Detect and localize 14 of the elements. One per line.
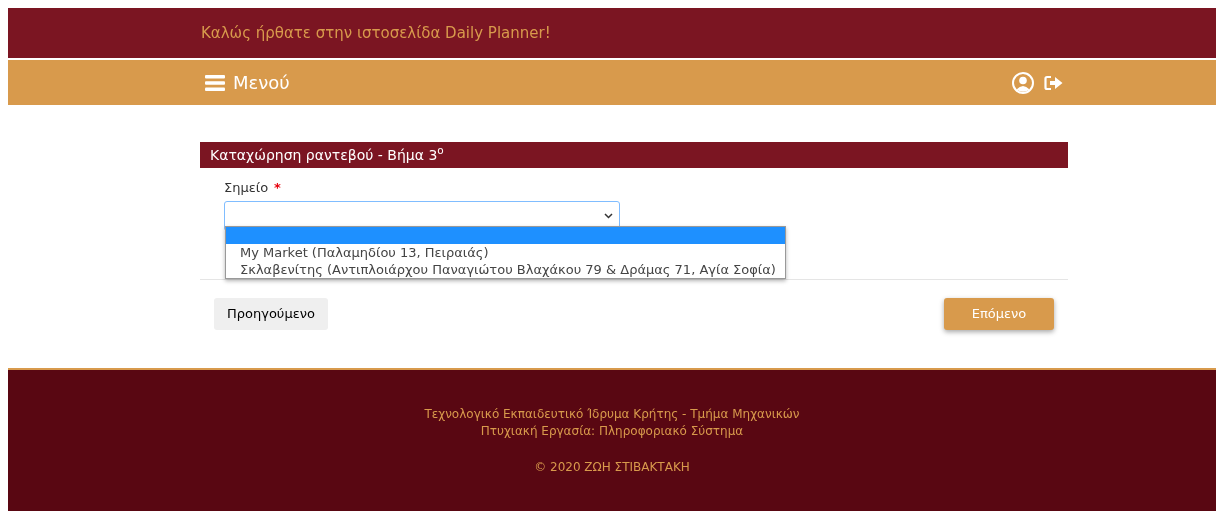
previous-button[interactable]: Προηγούμενο xyxy=(214,297,328,330)
footer-text: Τεχνολογικό Εκπαιδευτικό Ίδρυμα Κρήτης - Τμήμα Μηχανικών xyxy=(424,406,800,423)
dropdown-option[interactable]: Σκλαβενίτης (Αντιπλοιάρχου Παναγιώτου Βλαχάκου 79 & Δράμας 71, Αγία Σοφία) xyxy=(226,261,785,278)
user-icon[interactable] xyxy=(1012,71,1034,94)
footer-text: Πτυχιακή Εργασία: Πληροφοριακό Σύστημα xyxy=(480,423,744,440)
copyright-text: © 2020 ΖΩΗ ΣΤΙΒΑΚΤΑΚΗ xyxy=(534,459,690,476)
required-mark: * xyxy=(274,179,281,197)
field-label: Σημείο xyxy=(224,179,269,197)
chevron-down-icon xyxy=(604,212,613,219)
logout-icon[interactable] xyxy=(1044,74,1064,91)
menu-icon xyxy=(205,74,225,91)
welcome-text: Καλώς ήρθατε στην ιστοσελίδα Daily Planner! xyxy=(201,22,551,44)
form-title: Καταχώρηση ραντεβού - Βήμα 3$^{ο}$ xyxy=(210,144,444,165)
dropdown-option[interactable]: My Market (Παλαμηδίου 13, Πειραιάς) xyxy=(226,244,785,261)
